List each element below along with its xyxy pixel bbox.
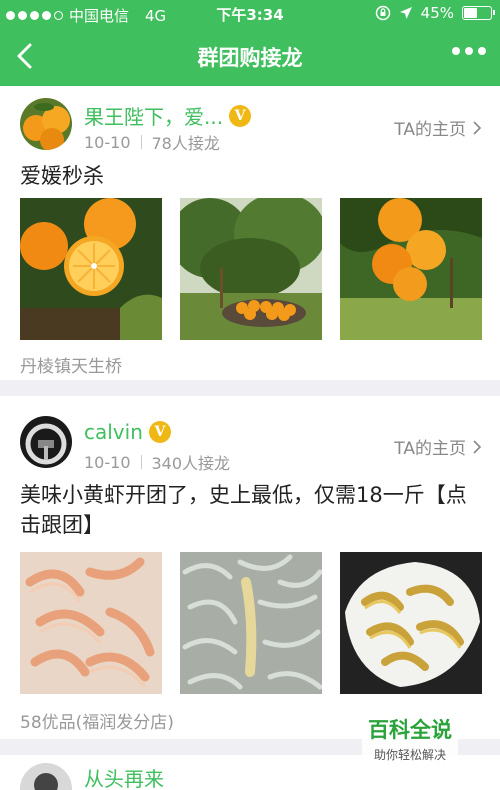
avatar[interactable] [20,763,72,790]
page-title: 群团购接龙 [197,46,303,70]
orientation-lock-icon [375,5,390,21]
post-location: 丹棱镇天生桥 [20,357,122,377]
author-name[interactable]: 从头再来 [84,763,164,790]
post-location: 58优品(福润发分店) [20,713,174,733]
photo-row [20,198,482,340]
participant-count: 78人接龙 [151,134,220,153]
post-meta: 10-10 340人接龙 [84,450,230,474]
post-photo[interactable] [340,198,482,340]
meta-divider [140,135,142,149]
author-name[interactable]: 果王陛下，爱... [84,101,223,130]
avatar[interactable] [20,98,72,150]
battery-fill [464,8,477,18]
avatar[interactable] [20,416,72,468]
author-row: 从头再来 [84,763,164,790]
battery-icon [462,6,495,20]
post-title[interactable]: 美味小黄虾开团了，史上最低，仅需18一斤【点击跟团】 [20,480,480,540]
verified-badge-icon: V [148,421,171,443]
status-bar: 中国电信 4G 下午3:34 45% [0,0,500,28]
post-photo[interactable] [180,198,322,340]
watermark-title: 百科全说 [368,718,452,742]
post-photo[interactable] [340,552,482,694]
post-date: 10-10 [84,132,131,152]
battery-percent: 45% [420,4,454,22]
nav-bar: 群团购接龙 [0,28,500,86]
chevron-right-icon [473,120,482,135]
status-right: 45% [375,4,495,22]
post-meta: 10-10 78人接龙 [84,130,220,154]
home-link-label: TA的主页 [394,439,466,459]
post-date: 10-10 [84,452,131,472]
watermark-subtitle: 助你轻松解决 [373,748,446,762]
meta-divider [140,455,142,469]
more-options-icon[interactable] [452,47,486,55]
home-link[interactable]: TA的主页 [394,434,482,459]
post-photo[interactable] [180,552,322,694]
photo-row [20,552,482,694]
watermark-logo: 百科全说 助你轻松解决 [362,712,458,765]
verified-badge-icon: V [229,104,252,127]
location-arrow-icon [399,7,412,19]
home-link[interactable]: TA的主页 [394,115,482,140]
author-row: 果王陛下，爱... V [84,101,252,130]
participant-count: 340人接龙 [151,454,231,473]
post-photo[interactable] [20,198,162,340]
author-row: calvin V [84,420,171,444]
post-title[interactable]: 爱媛秒杀 [20,161,480,191]
author-name[interactable]: calvin [84,420,143,444]
post-photo[interactable] [20,552,162,694]
chevron-right-icon [473,439,482,454]
post-card[interactable]: 果王陛下，爱... V 10-10 78人接龙 TA的主页 爱媛秒杀 丹棱镇天生… [0,86,500,380]
post-card[interactable]: calvin V 10-10 340人接龙 TA的主页 美味小黄虾开团了，史上最… [0,396,500,739]
home-link-label: TA的主页 [394,120,466,140]
